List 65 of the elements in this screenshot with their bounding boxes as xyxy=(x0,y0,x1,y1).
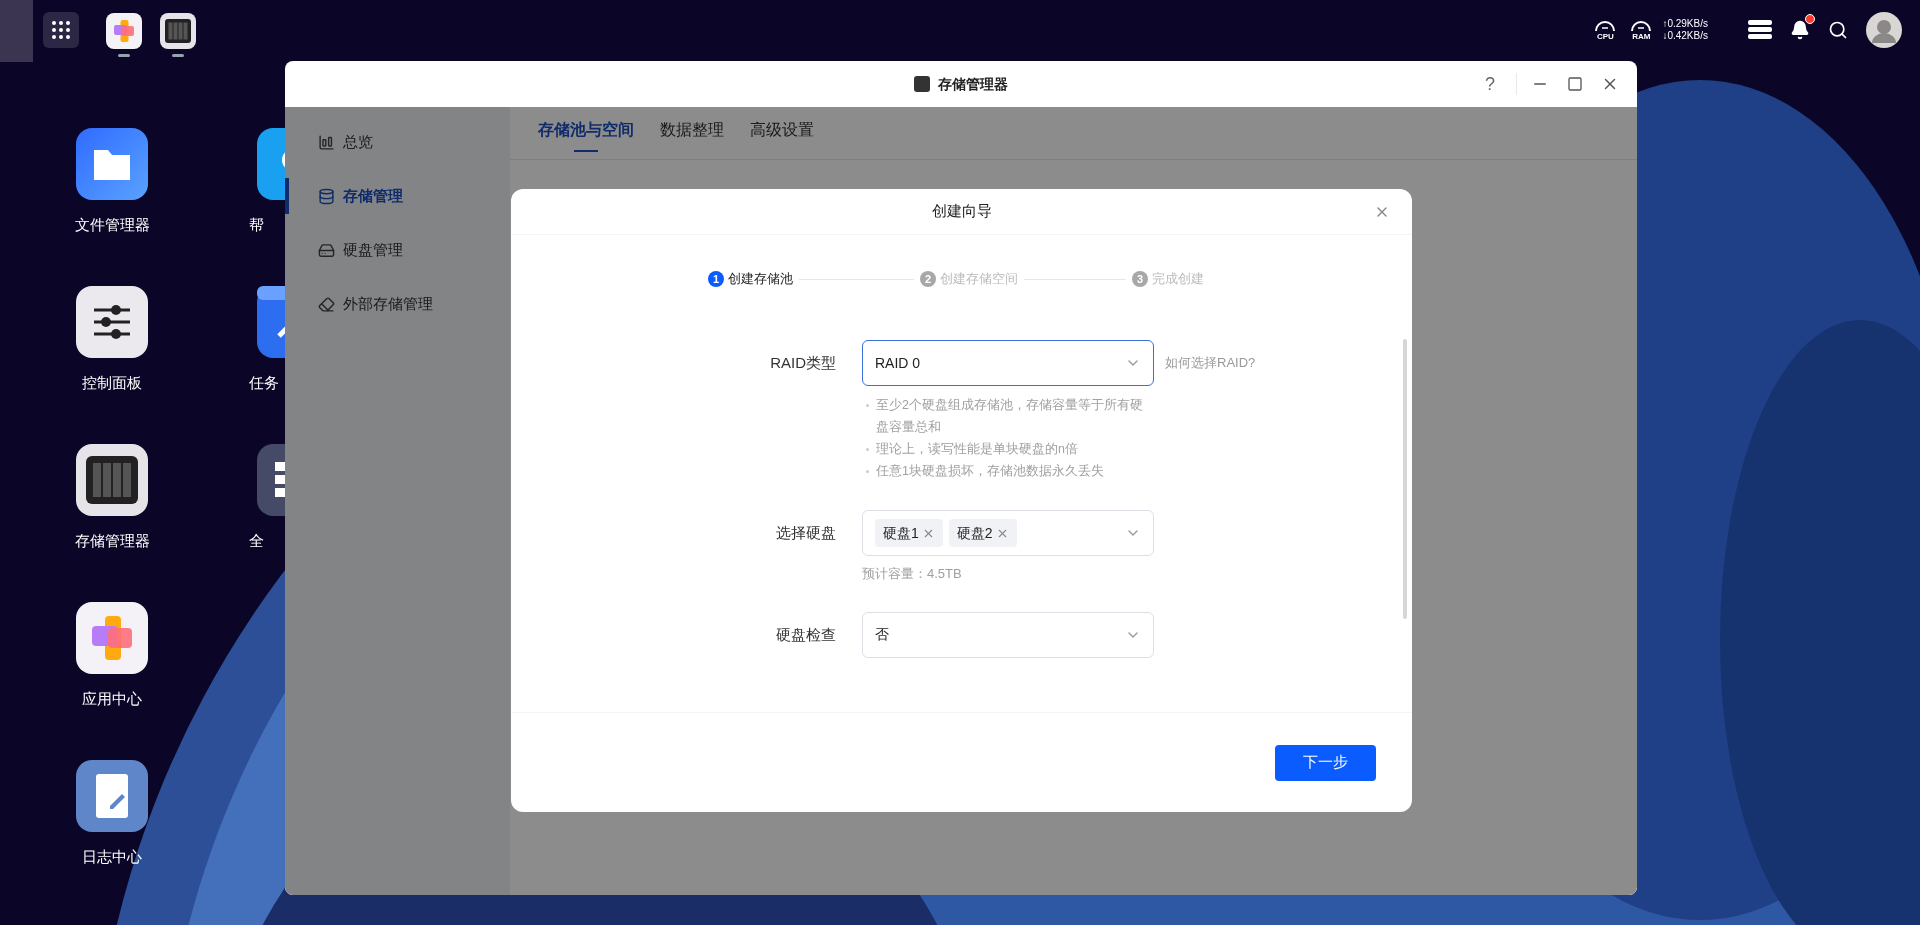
gauge-icon xyxy=(1630,19,1653,32)
app-label: 帮 xyxy=(248,216,264,234)
database-icon xyxy=(318,187,335,205)
taskbar-app-icon[interactable] xyxy=(106,12,142,49)
tab[interactable]: 高级设置 xyxy=(750,118,814,159)
sidebar-label: 硬盘管理 xyxy=(343,239,403,260)
maximize-icon[interactable] xyxy=(1567,76,1583,92)
select-value: 否 xyxy=(875,625,889,644)
field-label: RAID类型 xyxy=(769,353,836,373)
step-label: 完成创建 xyxy=(1152,270,1204,289)
app-label: 任务 xyxy=(248,374,279,392)
window-title: 存储管理器 xyxy=(938,74,1008,94)
sidebar-label: 存储管理 xyxy=(343,185,403,206)
chart-icon xyxy=(318,133,335,151)
step-number: 1 xyxy=(708,271,724,287)
select-value: RAID 0 xyxy=(875,353,921,373)
step-number: 3 xyxy=(1132,271,1148,287)
hint-text: 理论上，读写性能是单块硬盘的n倍 xyxy=(876,441,1079,458)
dialog-title: 创建向导 xyxy=(931,201,992,222)
sidebar-label: 外部存储管理 xyxy=(343,293,433,314)
server-icon[interactable] xyxy=(1748,20,1772,40)
avatar-icon[interactable] xyxy=(1866,12,1902,48)
launcher-button[interactable] xyxy=(43,12,79,48)
scrollbar[interactable] xyxy=(1403,339,1407,619)
app-label: 日志中心 xyxy=(82,848,142,866)
app-label: 应用中心 xyxy=(82,690,142,708)
app-icon[interactable] xyxy=(76,444,148,516)
field-label: 选择硬盘 xyxy=(775,523,836,543)
app-icon[interactable] xyxy=(76,602,148,674)
step-label: 创建存储空间 xyxy=(940,270,1018,289)
app-icon[interactable] xyxy=(76,286,148,358)
sidebar-label: 总览 xyxy=(343,131,373,152)
eraser-icon xyxy=(318,295,335,313)
tab[interactable]: 数据整理 xyxy=(660,118,724,159)
ram-label: RAM xyxy=(1632,33,1651,41)
app-label: 全 xyxy=(248,532,264,550)
hint-text: 至少2个硬盘组成存储池，存储容量等于所有硬盘容量总和 xyxy=(876,397,1144,436)
gauge-icon xyxy=(1594,19,1617,32)
bell-icon[interactable] xyxy=(1790,20,1810,40)
help-button[interactable]: ? xyxy=(1478,70,1502,98)
field-label: 硬盘检查 xyxy=(775,624,836,645)
step-label: 创建存储池 xyxy=(728,270,793,289)
disk-select[interactable]: 硬盘1 硬盘2 xyxy=(862,510,1154,556)
search-icon[interactable] xyxy=(1828,20,1848,40)
download-speed: ↓0.42KB/s xyxy=(1662,30,1708,42)
tab[interactable]: 存储池与空间 xyxy=(538,118,634,159)
hint-text: 任意1块硬盘损坏，存储池数据永久丢失 xyxy=(876,463,1105,480)
disk-tag[interactable]: 硬盘2 xyxy=(948,519,1017,547)
app-label: 存储管理器 xyxy=(74,532,150,550)
app-label: 控制面板 xyxy=(82,374,142,392)
disk-tag[interactable]: 硬盘1 xyxy=(875,519,943,547)
step-number: 2 xyxy=(920,271,936,287)
taskbar-app-icon[interactable] xyxy=(160,12,196,49)
dropdown[interactable]: RAID 0 xyxy=(862,340,1154,386)
hard-drive-icon xyxy=(318,241,335,259)
upload-speed: ↑0.29KB/s xyxy=(1662,18,1708,30)
dropdown[interactable]: 否 xyxy=(862,611,1154,658)
app-label: 文件管理器 xyxy=(74,216,150,234)
capacity-note: 预计容量：4.5TB xyxy=(862,565,963,583)
next-button[interactable]: 下一步 xyxy=(1275,744,1376,781)
help-link[interactable]: 如何选择RAID? xyxy=(1165,353,1256,373)
app-icon[interactable] xyxy=(76,760,148,832)
app-title-icon xyxy=(914,76,930,92)
cpu-label: CPU xyxy=(1596,33,1614,41)
app-icon[interactable] xyxy=(76,128,148,200)
